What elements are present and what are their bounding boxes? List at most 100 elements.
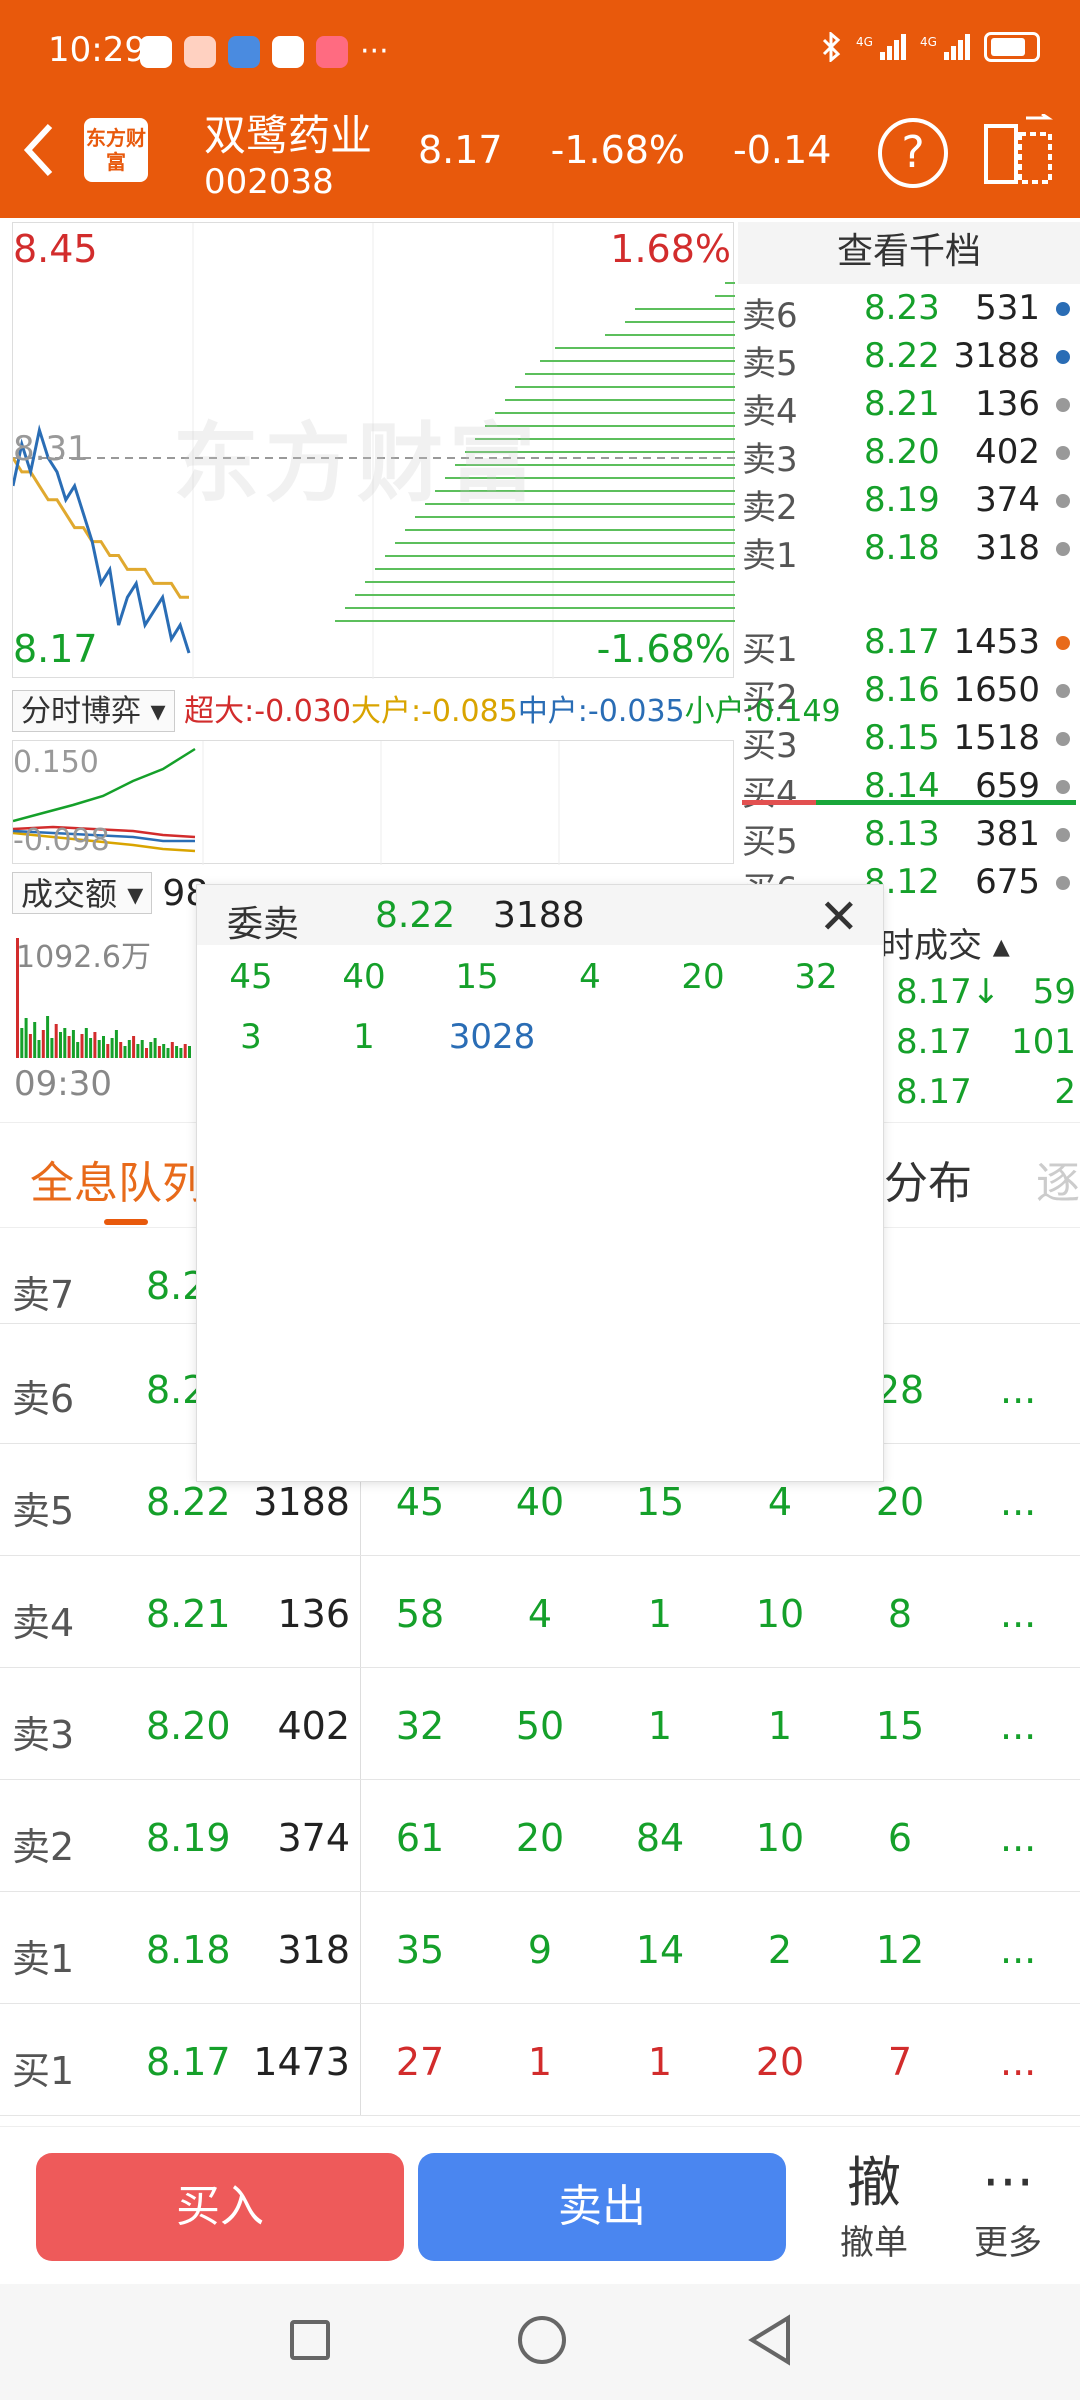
queue-level: 卖7 xyxy=(12,1273,75,1317)
volume-bar xyxy=(46,1016,50,1058)
indicator-super: 超大:-0.030 xyxy=(184,694,351,729)
queue-more-button[interactable]: ... xyxy=(1000,2040,1036,2084)
queue-row[interactable]: 卖2 8.19 374 61 20 84 10 6... xyxy=(0,1780,1080,1892)
volume-bar xyxy=(127,1040,131,1058)
queue-more-button[interactable]: ... xyxy=(1000,1480,1036,1524)
volume-bar xyxy=(183,1044,187,1058)
bid-volume: 1650 xyxy=(953,670,1040,710)
queue-separator xyxy=(360,1780,361,1891)
back-triangle-icon[interactable] xyxy=(744,2314,794,2366)
volume-dropdown[interactable]: 成交额 ▾ xyxy=(12,872,153,914)
queue-order-cell: 45 xyxy=(395,1480,445,1524)
queue-more-button[interactable]: ... xyxy=(1000,1704,1036,1748)
ask-row[interactable]: 卖3 8.20 402 xyxy=(742,432,1078,480)
bid-price: 8.17 xyxy=(864,622,940,662)
stock-change-pct: -1.68% xyxy=(550,128,686,172)
ask-price: 8.21 xyxy=(864,384,940,424)
queue-more-button[interactable]: ... xyxy=(1000,1928,1036,1972)
bid-dot-icon xyxy=(1056,828,1070,842)
buy-button[interactable]: 买入 xyxy=(36,2153,404,2261)
app-notification-icon xyxy=(228,35,260,68)
volume-bar xyxy=(140,1040,144,1058)
volume-max-label: 1092.6万 xyxy=(16,940,151,975)
queue-order-cell: 58 xyxy=(395,1592,445,1636)
more-button[interactable]: ··· 更多 xyxy=(974,2151,1042,2264)
ask-row[interactable]: 卖6 8.23 531 xyxy=(742,288,1078,336)
queue-order-cell: 10 xyxy=(755,1816,805,1860)
chart-low-pct: -1.68% xyxy=(596,627,731,671)
ask-dot-icon xyxy=(1056,398,1070,412)
volume-bar xyxy=(149,1042,153,1058)
status-more: ··· xyxy=(360,34,389,69)
volume-bar xyxy=(28,1034,32,1058)
tab-distribution[interactable]: 分布 xyxy=(884,1147,972,1211)
volume-bar xyxy=(145,1048,148,1058)
bid-label: 买1 xyxy=(742,630,798,670)
popup-total: 3188 xyxy=(493,895,585,936)
stock-quote: 8.17 -1.68% -0.14 xyxy=(418,128,831,172)
trades-title[interactable]: 时成交 ▴ xyxy=(880,918,1010,967)
volume-bar xyxy=(123,1046,127,1058)
ask-row[interactable]: 卖1 8.18 318 xyxy=(742,528,1078,576)
popup-order-cell: 3028 xyxy=(448,1017,536,1057)
popup-header: 委卖 8.22 3188 ✕ xyxy=(197,885,883,945)
popup-price: 8.22 xyxy=(375,895,456,936)
ask-row[interactable]: 卖4 8.21 136 xyxy=(742,384,1078,432)
recent-apps-icon[interactable] xyxy=(290,2320,330,2360)
queue-volume: 136 xyxy=(277,1592,350,1636)
intraday-chart[interactable]: 8.45 1.68% 8.31 8.17 -1.68% 东方财富 xyxy=(12,222,735,679)
volume-bar xyxy=(33,1022,37,1058)
help-button[interactable]: ? xyxy=(878,118,948,188)
popup-title: 委卖 xyxy=(227,904,300,945)
bid-dot-icon xyxy=(1056,876,1070,890)
queue-separator xyxy=(360,2004,361,2115)
tab-partial[interactable]: 逐 xyxy=(1036,1147,1080,1211)
chart-high-price: 8.45 xyxy=(13,227,98,271)
queue-order-cell: 1 xyxy=(767,1704,793,1748)
tab-queue[interactable]: 全息队列 xyxy=(30,1147,206,1211)
cancel-order-button[interactable]: 撤 撤单 xyxy=(840,2151,908,2264)
home-icon[interactable] xyxy=(518,2316,566,2364)
queue-price: 8.18 xyxy=(146,1928,231,1972)
queue-level: 卖4 xyxy=(12,1601,75,1645)
sell-button[interactable]: 卖出 xyxy=(418,2153,786,2261)
queue-order-cell: 15 xyxy=(635,1480,685,1524)
bid-row[interactable]: 买5 8.13 381 xyxy=(742,814,1078,862)
ask-row[interactable]: 卖2 8.19 374 xyxy=(742,480,1078,528)
queue-row[interactable]: 卖3 8.20 402 32 50 1 1 15... xyxy=(0,1668,1080,1780)
ask-volume: 374 xyxy=(975,480,1040,520)
queue-row[interactable]: 买1 8.17 1473 27 1 1 20 7... xyxy=(0,2004,1080,2116)
queue-row[interactable]: 卖1 8.18 318 35 9 14 2 12... xyxy=(0,1892,1080,2004)
back-button[interactable] xyxy=(20,118,70,188)
queue-order-cell: 8 xyxy=(887,1592,913,1636)
volume-bar xyxy=(37,1040,41,1058)
stock-code: 002038 xyxy=(204,162,334,202)
volume-bar xyxy=(119,1042,123,1058)
popup-order-cell: 4 xyxy=(579,957,601,997)
queue-order-cell: 35 xyxy=(395,1928,445,1972)
queue-more-button[interactable]: ... xyxy=(1000,1592,1036,1636)
volume-bar xyxy=(67,1036,71,1058)
popup-order-cell: 32 xyxy=(794,957,838,997)
queue-separator xyxy=(360,1668,361,1779)
queue-order-cell: 2 xyxy=(767,1928,793,1972)
bid-row[interactable]: 买4 8.14 659 xyxy=(742,766,1078,814)
indicator-dropdown[interactable]: 分时博弈 ▾ xyxy=(12,690,175,732)
ask-row[interactable]: 卖5 8.22 3188 xyxy=(742,336,1078,384)
bid-row[interactable]: 买1 8.17 1453 xyxy=(742,622,1078,670)
close-icon[interactable]: ✕ xyxy=(819,889,859,945)
view-1000-levels-button[interactable]: 查看千档 xyxy=(738,222,1080,284)
volume-bar xyxy=(132,1036,136,1058)
switch-layout-button[interactable] xyxy=(982,112,1054,186)
chart-low-price: 8.17 xyxy=(13,627,98,671)
ask-label: 卖3 xyxy=(742,440,798,480)
volume-bar xyxy=(106,1044,110,1058)
app: 10:29 ··· 4G 4G 东方财富 双鹭药业 002038 8.17 -1… xyxy=(0,0,1080,2400)
volume-bar xyxy=(114,1030,118,1058)
bid-price: 8.16 xyxy=(864,670,940,710)
queue-more-button[interactable]: ... xyxy=(1000,1368,1036,1412)
queue-order-cell: 15 xyxy=(875,1704,925,1748)
queue-more-button[interactable]: ... xyxy=(1000,1816,1036,1860)
order-detail-popup: 委卖 8.22 3188 ✕ 45 40 15 4 20 32 3 1 3028 xyxy=(196,884,884,1482)
queue-row[interactable]: 卖4 8.21 136 58 4 1 10 8... xyxy=(0,1556,1080,1668)
